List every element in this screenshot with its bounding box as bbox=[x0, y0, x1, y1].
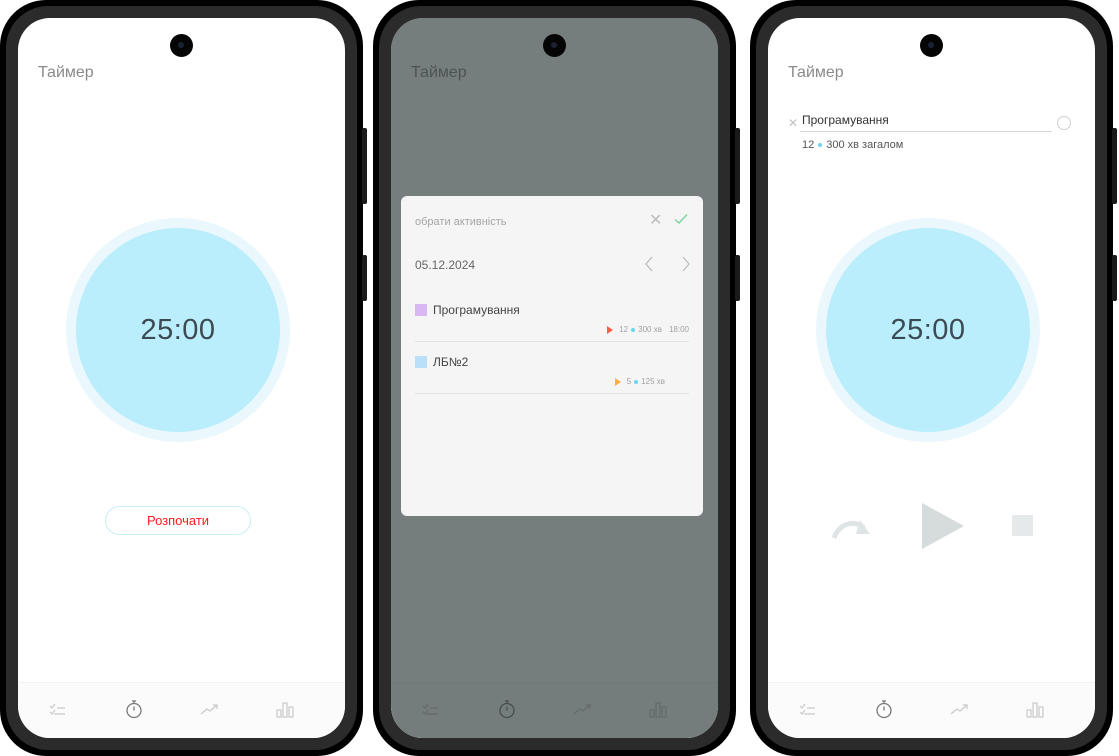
close-icon[interactable]: ✕ bbox=[649, 210, 662, 230]
selected-summary: 300 хв загалом bbox=[826, 139, 904, 151]
phone-activity-selected: Таймер ✕ Програмування 12 300 хв загалом… bbox=[750, 0, 1117, 756]
side-button bbox=[1112, 255, 1117, 301]
stats-icon[interactable] bbox=[273, 697, 297, 721]
bottom-nav bbox=[18, 682, 345, 738]
camera-icon bbox=[169, 34, 193, 57]
check-icon[interactable] bbox=[673, 211, 689, 227]
tasks-icon[interactable] bbox=[795, 697, 819, 721]
activity-count: 12 bbox=[619, 325, 629, 334]
timer-display: 25:00 bbox=[140, 313, 216, 346]
side-button bbox=[362, 255, 367, 301]
camera-icon bbox=[542, 34, 566, 57]
activity-total: 125 хв bbox=[641, 377, 665, 386]
camera-icon bbox=[919, 34, 943, 57]
stopwatch-icon[interactable] bbox=[872, 697, 896, 721]
trend-icon[interactable] bbox=[198, 697, 222, 721]
stats-icon[interactable] bbox=[1023, 697, 1047, 721]
complete-radio[interactable] bbox=[1057, 116, 1071, 130]
phone-idle: Таймер 25:00 Розпочати bbox=[0, 0, 367, 756]
phone-select-activity: Таймер обрати активність ✕ 05.12.2024 bbox=[373, 0, 740, 756]
activity-time: 18:00 bbox=[668, 325, 689, 334]
selected-activity-meta: 12 300 хв загалом bbox=[802, 139, 903, 151]
start-button[interactable]: Розпочати bbox=[105, 506, 251, 535]
timer-display: 25:00 bbox=[890, 313, 966, 346]
side-button bbox=[362, 128, 367, 204]
selected-count: 12 bbox=[802, 139, 815, 151]
activity-meta: 5 125 хв bbox=[614, 377, 665, 386]
play-icon[interactable] bbox=[918, 501, 966, 551]
activity-color-swatch bbox=[415, 356, 427, 368]
screen: Таймер 25:00 Розпочати bbox=[18, 18, 345, 738]
stop-button[interactable] bbox=[1012, 515, 1033, 536]
timer-circle[interactable]: 25:00 bbox=[76, 228, 280, 432]
timer-circle[interactable]: 25:00 bbox=[826, 228, 1030, 432]
clear-activity-icon[interactable]: ✕ bbox=[788, 116, 798, 130]
list-item[interactable]: Програмування 12 300 хв 18:00 bbox=[415, 300, 689, 342]
dot-icon bbox=[631, 327, 636, 332]
dialog-title: обрати активність bbox=[415, 216, 507, 228]
screen: Таймер обрати активність ✕ 05.12.2024 bbox=[391, 18, 718, 738]
page-title: Таймер bbox=[788, 64, 844, 81]
activity-count: 5 bbox=[626, 377, 632, 386]
play-icon bbox=[614, 377, 621, 386]
chevron-right-icon[interactable] bbox=[679, 254, 693, 274]
dot-icon bbox=[818, 143, 823, 147]
chevron-left-icon[interactable] bbox=[642, 254, 656, 274]
side-button bbox=[735, 255, 740, 301]
skip-icon[interactable] bbox=[830, 514, 872, 544]
page-title: Таймер bbox=[38, 64, 94, 81]
stopwatch-icon[interactable] bbox=[122, 697, 146, 721]
dialog-date: 05.12.2024 bbox=[415, 258, 476, 272]
play-icon bbox=[607, 325, 614, 334]
trend-icon[interactable] bbox=[948, 697, 972, 721]
activity-meta: 12 300 хв 18:00 bbox=[607, 325, 689, 334]
dot-icon bbox=[634, 379, 639, 384]
activity-total: 300 хв bbox=[638, 325, 662, 334]
side-button bbox=[1112, 128, 1117, 204]
tasks-icon[interactable] bbox=[45, 697, 69, 721]
list-item[interactable]: ЛБ№2 5 125 хв bbox=[415, 352, 689, 394]
screen: Таймер ✕ Програмування 12 300 хв загалом… bbox=[768, 18, 1095, 738]
side-button bbox=[735, 128, 740, 204]
selected-activity-name[interactable]: Програмування bbox=[802, 113, 889, 127]
divider bbox=[800, 131, 1052, 132]
activity-dialog: обрати активність ✕ 05.12.2024 Програмув… bbox=[401, 196, 703, 516]
activity-color-swatch bbox=[415, 304, 427, 316]
activity-name: ЛБ№2 bbox=[433, 355, 469, 369]
activity-name: Програмування bbox=[433, 303, 520, 317]
bottom-nav bbox=[768, 682, 1095, 738]
